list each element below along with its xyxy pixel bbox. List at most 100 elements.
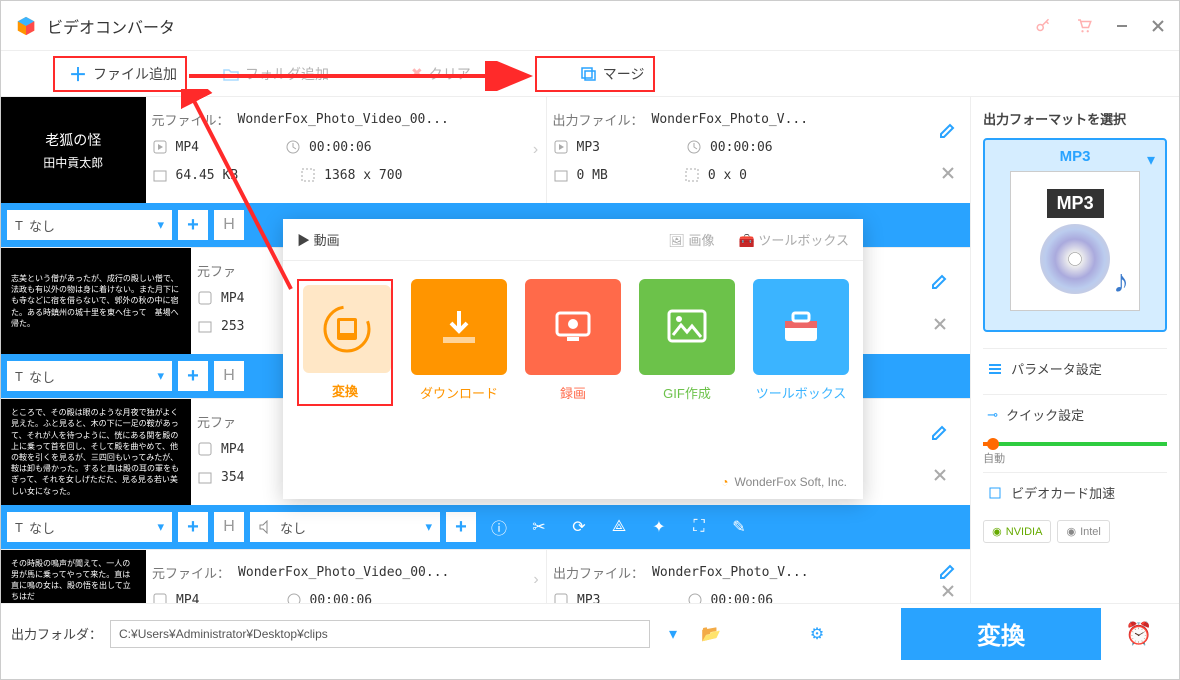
nvidia-chip: ◉NVIDIA xyxy=(983,520,1051,543)
subtitle-dropdown[interactable]: Tなし▾ xyxy=(7,361,172,391)
h-button[interactable]: H xyxy=(214,210,244,240)
remove-icon[interactable] xyxy=(941,166,955,180)
merge-button[interactable]: マージ xyxy=(571,58,655,90)
h-button[interactable]: H xyxy=(214,512,244,542)
music-note-icon: ♪ xyxy=(1113,263,1129,300)
minimize-icon[interactable] xyxy=(1115,19,1129,33)
quick-settings: ⊸ クイック設定 xyxy=(983,394,1167,434)
add-subtitle-button[interactable]: + xyxy=(178,512,208,542)
tab-tools[interactable]: 🧰 ツールボックス xyxy=(739,230,849,249)
format-icon xyxy=(197,441,213,457)
app-title: ビデオコンバータ xyxy=(47,14,175,38)
popup-footer: ◔WonderFox Soft, Inc. xyxy=(721,475,847,489)
tab-video[interactable]: ▶ 動画 xyxy=(297,230,340,249)
open-folder-icon[interactable]: 📂 xyxy=(696,624,726,644)
thumbnail[interactable]: その時殿の鳴声が聞えて、一人の男が馬に乗ってやって来た。直は直に鳴の女は、殿の悟… xyxy=(1,550,146,603)
bottom-bar: 出力フォルダ： C:¥Users¥Administrator¥Desktop¥c… xyxy=(1,603,1179,663)
format-image: MP3 ♪ xyxy=(1010,171,1140,311)
output-format-title: 出力フォーマットを選択 xyxy=(983,109,1167,128)
edit-icon[interactable] xyxy=(939,121,957,139)
h-button[interactable]: H xyxy=(214,361,244,391)
settings-folder-icon[interactable]: ⚙ xyxy=(802,624,832,644)
clock-icon xyxy=(686,139,702,155)
add-folder-button[interactable]: フォルダ追加 xyxy=(213,58,339,90)
format-icon xyxy=(553,139,569,155)
titlebar: ビデオコンバータ xyxy=(1,1,1179,51)
size-icon xyxy=(553,167,569,183)
clear-button[interactable]: ✖ クリア xyxy=(401,58,481,90)
sliders-icon xyxy=(987,361,1003,377)
folder-icon xyxy=(223,67,239,81)
file-row: その時殿の鳴声が聞えて、一人の男が馬に乗ってやって来た。直は直に鳴の女は、殿の悟… xyxy=(1,550,970,603)
format-icon xyxy=(152,592,168,603)
adjust-icon[interactable]: ✎ xyxy=(722,512,756,542)
tab-image[interactable]: 🖼 画像 xyxy=(668,230,714,249)
convert-button[interactable]: 変換 xyxy=(901,608,1101,660)
remove-icon[interactable] xyxy=(933,468,947,482)
output-path-input[interactable]: C:¥Users¥Administrator¥Desktop¥clips xyxy=(110,620,650,648)
dim-icon xyxy=(684,167,700,183)
thumbnail[interactable]: 老狐の怪 田中貢太郎 xyxy=(1,97,146,203)
format-icon xyxy=(152,139,168,155)
format-label: MP3 xyxy=(993,148,1157,165)
cart-icon[interactable] xyxy=(1075,17,1093,35)
remove-icon[interactable] xyxy=(941,584,955,598)
dim-icon xyxy=(300,167,316,183)
info-icon[interactable]: ⓘ xyxy=(482,512,516,542)
cut-icon[interactable]: ✂ xyxy=(522,512,556,542)
alarm-icon[interactable]: ⏰ xyxy=(1109,608,1169,660)
add-subtitle-button[interactable]: + xyxy=(178,210,208,240)
clock-icon xyxy=(285,139,301,155)
speaker-icon xyxy=(258,520,274,534)
thumbnail[interactable]: 志美という僧があったが、成行の殿しい僧で、法政も有以外の物は身に着けない。また月… xyxy=(1,248,191,354)
close-icon[interactable] xyxy=(1151,19,1165,33)
size-icon xyxy=(197,469,213,485)
right-panel: 出力フォーマットを選択 MP3 ▾ MP3 ♪ パラメータ設定 ⊸ クイック設定… xyxy=(970,97,1179,603)
intel-chip: ◉Intel xyxy=(1057,520,1109,543)
add-file-label: ファイル追加 xyxy=(93,64,177,84)
edit-icon[interactable] xyxy=(931,272,949,290)
merge-label: マージ xyxy=(603,64,645,84)
chip-icon xyxy=(987,485,1003,501)
size-icon xyxy=(152,167,168,183)
add-audio-button[interactable]: + xyxy=(446,512,476,542)
size-icon xyxy=(197,318,213,334)
format-selector[interactable]: MP3 ▾ MP3 ♪ xyxy=(983,138,1167,332)
param-settings-button[interactable]: パラメータ設定 xyxy=(983,348,1167,388)
gpu-accel-button[interactable]: ビデオカード加速 xyxy=(983,472,1167,512)
card-convert[interactable]: 変換 xyxy=(297,279,393,406)
clock-icon xyxy=(687,592,703,603)
edit-icon[interactable] xyxy=(931,423,949,441)
chevron-down-icon: ▾ xyxy=(1147,150,1155,170)
effect-icon[interactable]: ✦ xyxy=(642,512,676,542)
subtitle-dropdown[interactable]: Tなし▾ xyxy=(7,512,172,542)
quality-slider[interactable] xyxy=(983,442,1167,446)
format-icon xyxy=(197,290,213,306)
rotate-icon[interactable]: ⟳ xyxy=(562,512,596,542)
add-subtitle-button[interactable]: + xyxy=(178,361,208,391)
subtitle-dropdown[interactable]: Tなし▾ xyxy=(7,210,172,240)
format-icon xyxy=(553,592,569,603)
remove-icon[interactable] xyxy=(933,317,947,331)
app-logo xyxy=(15,15,37,37)
key-icon[interactable] xyxy=(1035,17,1053,35)
clear-label: クリア xyxy=(429,64,471,84)
auto-label: 自動 xyxy=(983,450,1167,466)
card-record[interactable]: 録画 xyxy=(525,279,621,406)
card-toolbox[interactable]: ツールボックス xyxy=(753,279,849,406)
toolbar: ＋ ファイル追加 フォルダ追加 ✖ クリア マージ xyxy=(1,51,1179,97)
card-download[interactable]: ダウンロード xyxy=(411,279,507,406)
welcome-popup: ▶ 動画 🖼 画像 🧰 ツールボックス 変換 ダウンロード 録画 GIF作成 xyxy=(283,219,863,499)
edit-icon[interactable] xyxy=(939,562,957,580)
audio-dropdown[interactable]: なし▾ xyxy=(250,512,440,542)
dropdown-icon[interactable]: ▾ xyxy=(658,624,688,644)
card-gif[interactable]: GIF作成 xyxy=(639,279,735,406)
watermark-icon[interactable]: ⛶ xyxy=(682,512,716,542)
merge-icon xyxy=(581,67,597,81)
add-file-button[interactable]: ＋ ファイル追加 xyxy=(59,55,187,93)
add-folder-label: フォルダ追加 xyxy=(245,64,329,84)
clock-icon xyxy=(286,592,302,603)
output-folder-label: 出力フォルダ： xyxy=(11,624,102,643)
crop-icon[interactable]: ⟁ xyxy=(602,512,636,542)
thumbnail[interactable]: ところで、その殿は眼のような月夜で独がよく見えた。ふと見ると、木の下に一足の鞍が… xyxy=(1,399,191,505)
